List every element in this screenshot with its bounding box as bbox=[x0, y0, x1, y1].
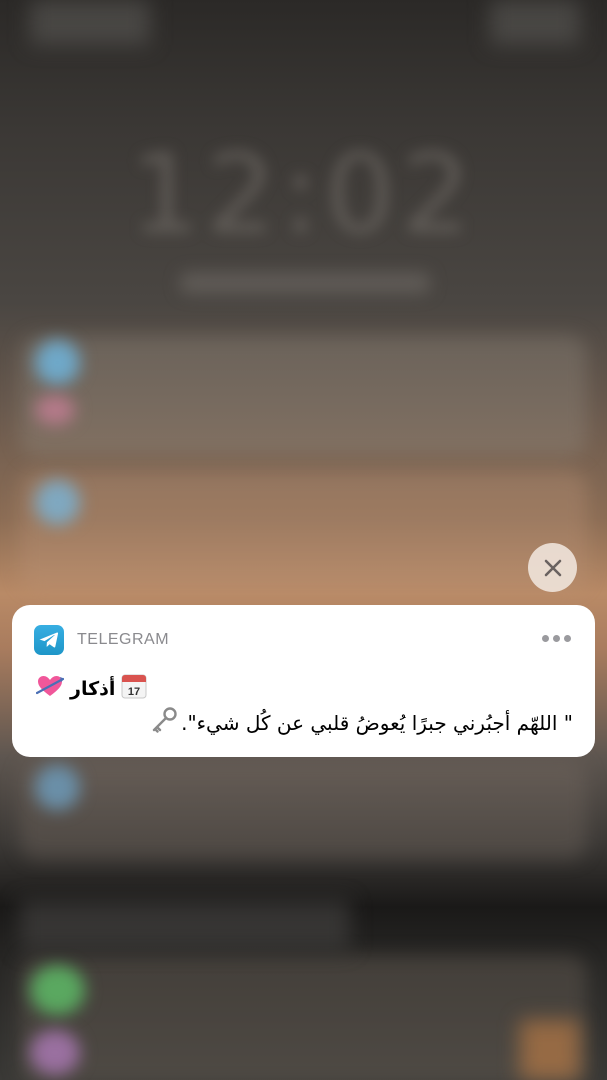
more-icon bbox=[542, 635, 549, 642]
notification-body: " اللهّم أجبُرني جبرًا يُعوضُ قلبي عن كُ… bbox=[181, 710, 573, 735]
heart-icon bbox=[35, 674, 65, 703]
calendar-day: 17 bbox=[128, 686, 140, 698]
calendar-icon: 17 bbox=[121, 673, 147, 704]
key-icon bbox=[151, 707, 177, 738]
blurred-lock-screen-background: 12:02 bbox=[0, 0, 607, 1080]
blurred-clock: 12:02 bbox=[129, 130, 477, 258]
telegram-icon bbox=[34, 625, 64, 655]
notification-body-row: " اللهّم أجبُرني جبرًا يُعوضُ قلبي عن كُ… bbox=[151, 707, 573, 738]
app-name-label: TELEGRAM bbox=[77, 631, 170, 648]
more-options-button[interactable] bbox=[542, 635, 571, 642]
telegram-notification-card[interactable]: TELEGRAM أذكار 17 " اللهّم أجبُرني جبرًا… bbox=[12, 605, 595, 757]
close-button[interactable] bbox=[528, 543, 577, 592]
notification-header: TELEGRAM bbox=[34, 625, 169, 655]
close-icon bbox=[544, 559, 561, 576]
notification-title: أذكار bbox=[70, 677, 116, 700]
notification-title-row: أذكار 17 bbox=[35, 673, 147, 704]
